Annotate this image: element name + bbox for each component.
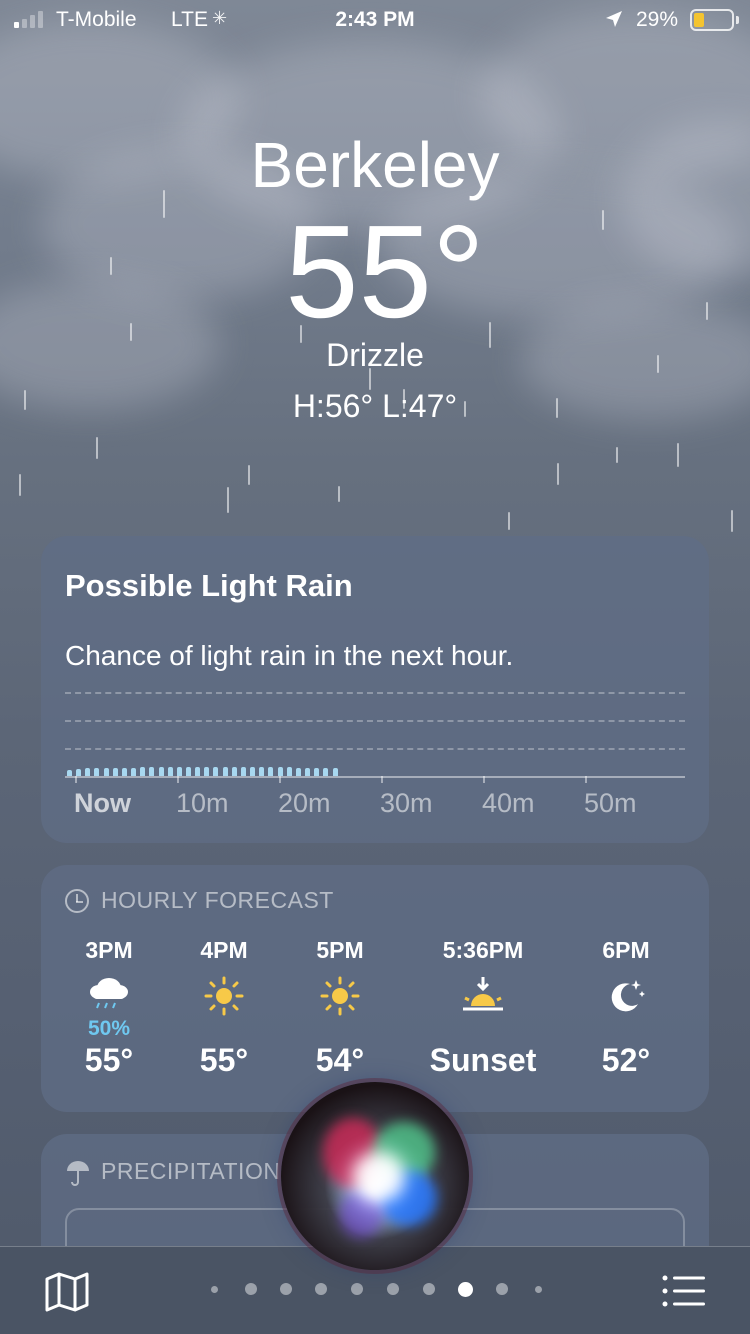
page-dot-current[interactable] xyxy=(458,1282,473,1297)
rain-bar xyxy=(250,767,256,776)
hourly-forecast-title: HOURLY FORECAST xyxy=(101,887,334,913)
rain-bar xyxy=(103,768,109,776)
page-dot[interactable] xyxy=(280,1283,292,1295)
sun-icon xyxy=(260,974,420,1036)
chart-gridline xyxy=(65,720,685,722)
hourly-forecast-card[interactable]: HOURLY FORECAST 3PM 50% 55° 4PM 55° 5PM xyxy=(41,865,709,1112)
high-low-temperature: H:56° L:47° xyxy=(292,388,458,424)
current-temperature: 55° xyxy=(285,198,485,345)
raindrop xyxy=(508,512,510,530)
rain-bar xyxy=(195,767,201,776)
page-dot[interactable] xyxy=(315,1283,327,1295)
hour-temp: Sunset xyxy=(429,1042,537,1078)
chart-tick xyxy=(279,776,281,783)
precipitation-title: PRECIPITATION xyxy=(101,1158,281,1184)
raindrop xyxy=(616,447,618,463)
siri-orb-icon[interactable] xyxy=(281,1082,469,1270)
rain-bar xyxy=(305,768,311,776)
rain-bar xyxy=(323,768,329,776)
rain-bar xyxy=(158,767,164,776)
hourly-item: 5:36PM Sunset xyxy=(403,937,563,1079)
page-dot[interactable] xyxy=(387,1283,399,1295)
weather-condition: Drizzle xyxy=(326,337,424,373)
page-dot[interactable] xyxy=(496,1283,508,1295)
rain-bar xyxy=(131,768,137,776)
rain-bar xyxy=(259,767,265,776)
rain-card-title: Possible Light Rain xyxy=(65,568,353,603)
status-bar: T-Mobile LTE ✳ 2:43 PM 29% xyxy=(0,0,750,40)
chart-baseline xyxy=(65,776,685,778)
rain-bar xyxy=(85,768,91,776)
rain-bar xyxy=(112,768,118,776)
hour-time: 5:36PM xyxy=(442,937,524,963)
list-icon[interactable] xyxy=(662,1275,706,1312)
rain-bar xyxy=(76,769,82,776)
rain-bar xyxy=(332,768,338,776)
hour-temp: 54° xyxy=(315,1042,365,1078)
hour-temp: 52° xyxy=(601,1042,651,1078)
rain-bar xyxy=(186,767,192,776)
rain-bar xyxy=(94,768,100,776)
sunset-icon xyxy=(403,974,563,1036)
chart-x-label: 10m xyxy=(176,788,229,818)
chart-tick xyxy=(483,776,485,783)
chart-tick xyxy=(381,776,383,783)
chart-x-label: Now xyxy=(74,788,131,818)
rain-bar xyxy=(67,770,72,776)
rain-bar xyxy=(314,768,320,776)
rain-card-description: Chance of light rain in the next hour. xyxy=(65,640,514,671)
precipitation-header: PRECIPITATION xyxy=(65,1158,281,1186)
location-arrow-icon xyxy=(604,9,624,35)
chart-x-label: 40m xyxy=(482,788,535,818)
rain-bar xyxy=(222,767,228,776)
rain-bar xyxy=(204,767,210,776)
chart-gridline xyxy=(65,692,685,694)
city-name: Berkeley xyxy=(250,129,500,201)
umbrella-icon xyxy=(65,1159,89,1186)
chart-tick xyxy=(177,776,179,783)
rain-bar xyxy=(286,767,292,776)
raindrop xyxy=(338,486,340,502)
rain-bar xyxy=(176,767,182,776)
clock-icon xyxy=(65,888,89,913)
hourly-item: 6PM 52° xyxy=(546,937,706,1079)
page-dot[interactable] xyxy=(351,1283,363,1295)
rain-bar xyxy=(240,767,246,776)
raindrop xyxy=(248,465,250,485)
rain-bar xyxy=(149,767,155,776)
raindrop xyxy=(731,510,733,532)
rain-bar xyxy=(121,768,127,776)
hour-time: 5PM xyxy=(316,937,364,963)
hourly-item: 5PM 54° xyxy=(260,937,420,1079)
raindrop xyxy=(96,437,98,459)
rain-bar xyxy=(231,767,237,776)
page-dot[interactable] xyxy=(245,1283,257,1295)
moon-stars-icon xyxy=(546,974,706,1036)
battery-percent: 29% xyxy=(636,8,679,31)
chart-x-label: 50m xyxy=(584,788,637,818)
rain-bar xyxy=(277,767,283,776)
rain-forecast-card[interactable]: Possible Light Rain Chance of light rain… xyxy=(41,536,709,843)
chart-tick xyxy=(75,776,77,783)
map-icon[interactable] xyxy=(44,1271,90,1318)
page-dot[interactable] xyxy=(535,1286,542,1293)
page-dot[interactable] xyxy=(423,1283,435,1295)
raindrop xyxy=(19,474,21,496)
page-dot[interactable] xyxy=(211,1286,218,1293)
rain-bar xyxy=(268,767,274,776)
battery-icon xyxy=(690,9,734,31)
rain-bar xyxy=(167,767,173,776)
rain-bar xyxy=(295,768,301,776)
rain-bar xyxy=(140,767,146,776)
rain-bar xyxy=(213,767,219,776)
hour-time: 6PM xyxy=(602,937,650,963)
chart-tick xyxy=(585,776,587,783)
raindrop xyxy=(557,463,559,485)
chart-x-label: 30m xyxy=(380,788,433,818)
raindrop xyxy=(227,487,229,513)
chart-x-label: 20m xyxy=(278,788,331,818)
hourly-forecast-header: HOURLY FORECAST xyxy=(65,887,334,914)
raindrop xyxy=(677,443,679,467)
chart-gridline xyxy=(65,748,685,750)
